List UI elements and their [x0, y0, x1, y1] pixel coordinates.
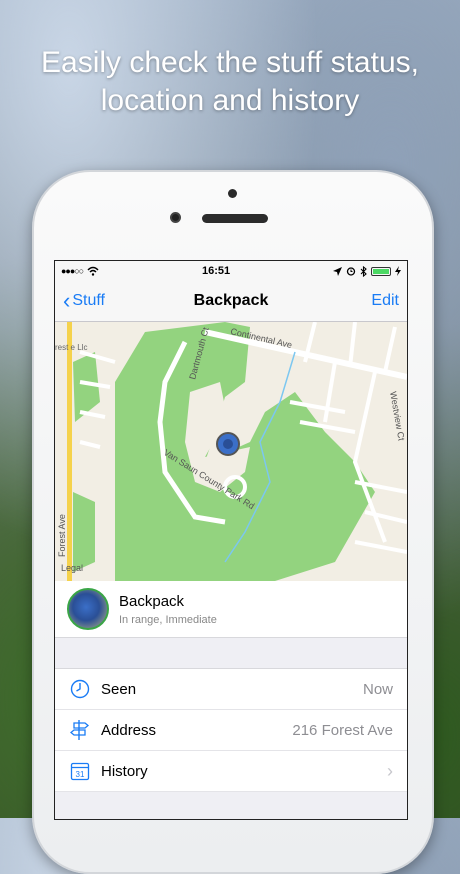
row-seen-value: Now	[362, 680, 393, 698]
headline: Easily check the stuff status, location …	[0, 44, 460, 120]
location-arrow-icon	[332, 266, 342, 276]
park-area-lower-left	[73, 492, 95, 572]
edit-button[interactable]: Edit	[371, 292, 399, 310]
calendar-icon: 31	[69, 760, 91, 782]
bluetooth-icon	[360, 265, 367, 277]
map-label-forest-ave: Forest Ave	[57, 514, 67, 557]
phone-screen: ●●●○○ 16:51 ‹ Stuff Backpack Edit Contin…	[54, 260, 408, 820]
battery-icon	[370, 266, 391, 276]
row-address-value: 216 Forest Ave	[292, 721, 393, 739]
chevron-left-icon: ‹	[63, 288, 71, 313]
row-history[interactable]: 31 History ›	[55, 751, 407, 792]
signal-dots-icon: ●●●○○	[61, 266, 84, 276]
map-label-forest-llc: rest e Llc	[55, 343, 87, 352]
wifi-icon	[87, 266, 99, 276]
map-canvas: Continental Ave Dartmouth Ct Westview Ct…	[55, 322, 407, 581]
item-status: In range, Immediate	[119, 613, 217, 626]
row-seen-label: Seen	[101, 680, 137, 698]
row-seen[interactable]: Seen Now	[55, 669, 407, 710]
headline-line-2: location and history	[100, 84, 360, 117]
map-view[interactable]: Continental Ave Dartmouth Ct Westview Ct…	[55, 322, 407, 581]
bottom-spacer	[55, 792, 407, 819]
charging-icon	[394, 266, 401, 276]
row-address[interactable]: Address 216 Forest Ave	[55, 710, 407, 751]
back-label: Stuff	[72, 292, 105, 309]
headline-line-1: Easily check the stuff status,	[41, 46, 419, 79]
item-summary[interactable]: Backpack In range, Immediate	[55, 581, 407, 638]
signpost-icon	[69, 719, 91, 741]
status-time: 16:51	[202, 265, 231, 277]
item-avatar	[67, 588, 109, 630]
page-title: Backpack	[193, 292, 269, 309]
row-address-label: Address	[101, 721, 157, 739]
row-history-label: History	[101, 762, 148, 780]
back-button[interactable]: ‹ Stuff	[63, 288, 105, 313]
calendar-day: 31	[76, 770, 85, 779]
map-legal-link[interactable]: Legal	[61, 563, 83, 573]
clock-icon	[69, 678, 91, 700]
chevron-right-icon: ›	[387, 760, 393, 781]
status-bar: ●●●○○ 16:51	[55, 261, 407, 281]
highway	[67, 322, 72, 581]
section-spacer	[55, 638, 407, 669]
front-camera	[170, 212, 181, 223]
item-name: Backpack	[119, 592, 185, 610]
alarm-icon	[346, 267, 356, 276]
earpiece-speaker	[202, 214, 268, 223]
proximity-sensor	[228, 189, 237, 198]
navigation-bar: ‹ Stuff Backpack Edit	[55, 281, 407, 322]
